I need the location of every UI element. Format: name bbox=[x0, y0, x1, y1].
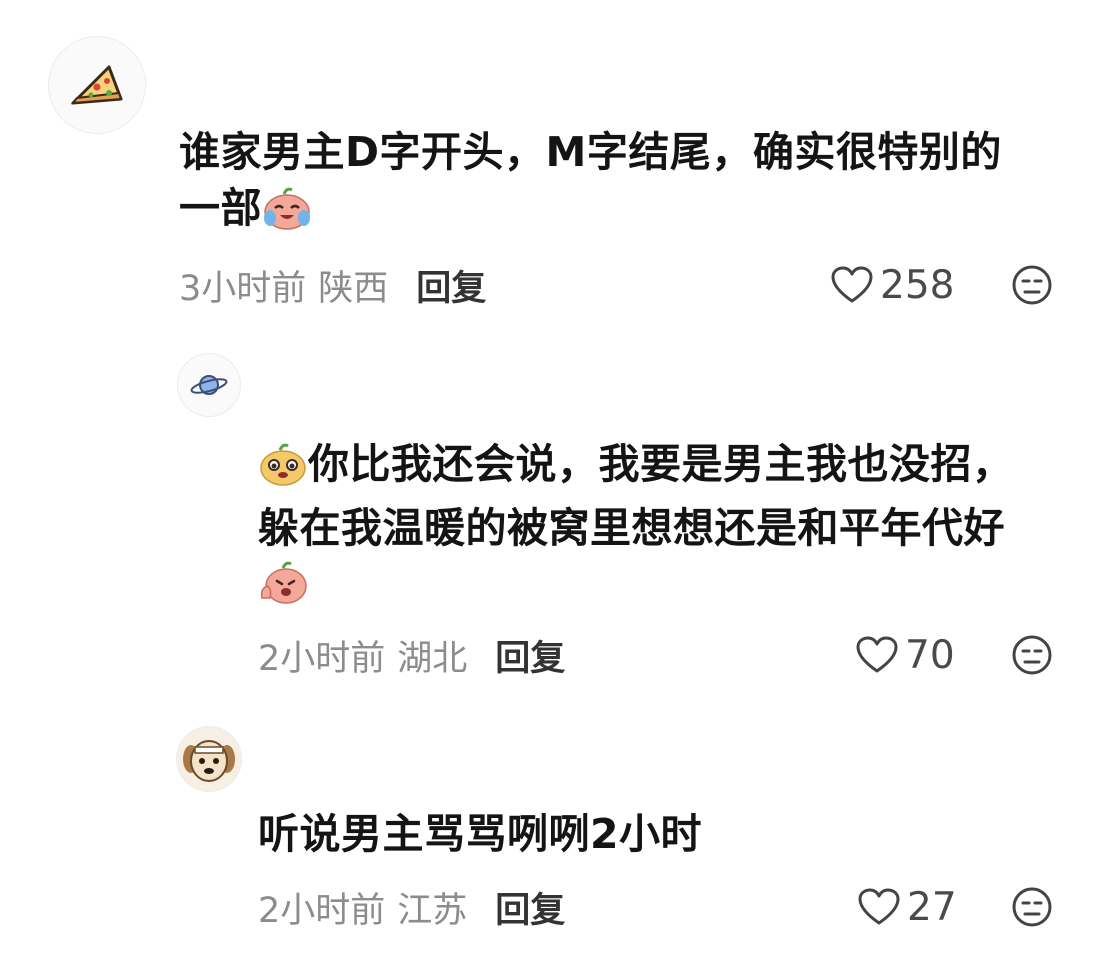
heart-icon bbox=[858, 888, 900, 925]
like-button[interactable]: 258 bbox=[830, 262, 954, 308]
comment-location: 湖北 bbox=[397, 638, 468, 679]
comment-meta: 2小时前 湖北 回复 bbox=[258, 630, 565, 681]
avatar-dog[interactable] bbox=[176, 726, 242, 792]
comment-location: 江苏 bbox=[397, 890, 468, 931]
comment-text-line2: 一部 bbox=[179, 184, 262, 232]
dislike-button[interactable] bbox=[1010, 633, 1054, 681]
heart-icon bbox=[856, 636, 898, 673]
dog-face-emoji-icon bbox=[258, 442, 308, 500]
like-count: 27 bbox=[907, 884, 957, 930]
unamused-face-icon bbox=[1012, 887, 1052, 927]
comment-text-line2: 躲在我温暖的被窝里想想还是和平年代好 bbox=[258, 504, 1005, 552]
like-count: 70 bbox=[905, 632, 955, 678]
avatar-planet[interactable] bbox=[177, 353, 241, 417]
dislike-button[interactable] bbox=[1010, 885, 1054, 933]
comment-meta: 3小时前 陕西 回复 bbox=[179, 260, 486, 311]
comment-time: 2小时前 bbox=[258, 638, 386, 679]
comment-location: 陕西 bbox=[318, 268, 389, 309]
reply-button[interactable]: 回复 bbox=[495, 630, 565, 681]
dog-avatar-icon bbox=[183, 740, 235, 782]
like-button[interactable]: 70 bbox=[855, 632, 955, 678]
comment-time: 3小时前 bbox=[179, 268, 307, 309]
comment-meta: 2小时前 江苏 回复 bbox=[258, 882, 565, 933]
reply-button[interactable]: 回复 bbox=[416, 260, 486, 311]
comment-text-line1: 你比我还会说，我要是男主我也没招， bbox=[308, 440, 1014, 488]
comment-time: 2小时前 bbox=[258, 890, 386, 931]
avatar-pizza[interactable] bbox=[48, 36, 146, 134]
planet-icon bbox=[190, 375, 228, 395]
like-button[interactable]: 27 bbox=[857, 884, 957, 930]
unamused-face-icon bbox=[1012, 265, 1052, 305]
like-count: 258 bbox=[880, 262, 955, 308]
dislike-button[interactable] bbox=[1010, 263, 1054, 311]
reply-button[interactable]: 回复 bbox=[495, 882, 565, 933]
pizza-icon bbox=[70, 65, 123, 105]
heart-icon bbox=[831, 266, 873, 303]
comment-text-line1: 谁家男主D字开头，M字结尾，确实很特别的 bbox=[179, 128, 1002, 176]
comment-text: 你比我还会说，我要是男主我也没招， 躲在我温暖的被窝里想想还是和平年代好 bbox=[258, 436, 1014, 620]
waving-emoji-icon bbox=[258, 560, 308, 620]
unamused-face-icon bbox=[1012, 635, 1052, 675]
crying-laugh-emoji-icon bbox=[262, 186, 312, 244]
comment-text-line1: 听说男主骂骂咧咧2小时 bbox=[258, 810, 703, 858]
comment-text: 谁家男主D字开头，M字结尾，确实很特别的 一部 bbox=[179, 124, 1002, 244]
comment-text: 听说男主骂骂咧咧2小时 bbox=[258, 806, 702, 862]
